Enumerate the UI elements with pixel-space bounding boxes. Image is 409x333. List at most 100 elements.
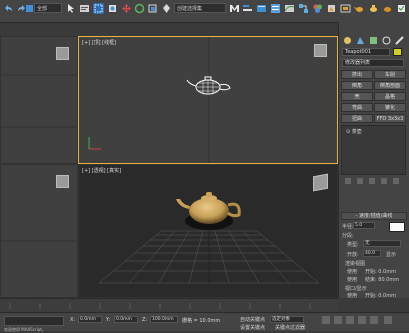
object-color-swatch[interactable] <box>393 48 402 56</box>
bevel-profile-button[interactable]: 倒角剖面 <box>374 81 406 90</box>
move-icon[interactable] <box>121 3 132 14</box>
viewport-top[interactable]: [+] [顶] [线框] <box>78 36 338 164</box>
named-selection-set-dropdown[interactable]: 创建选择集 <box>174 3 226 13</box>
open-field[interactable]: 40.0 <box>363 250 381 257</box>
autokey-button[interactable]: 自动关键点 <box>240 316 265 323</box>
top-view-grid <box>79 37 337 163</box>
maxscript-prompt: 欢迎使用 MAXScript。 <box>4 327 46 332</box>
create-tab-icon[interactable] <box>343 36 352 45</box>
play-icon[interactable] <box>346 316 354 324</box>
bend-button[interactable]: 弯曲 <box>341 103 373 112</box>
undo-icon[interactable] <box>3 3 14 14</box>
x-coordinate-field[interactable]: 0.0mm <box>78 316 102 323</box>
scale-icon[interactable] <box>147 3 158 14</box>
segments-label: 分段: <box>342 233 354 239</box>
align-icon[interactable] <box>242 3 253 14</box>
curve-editor-icon[interactable] <box>284 3 295 14</box>
selected-dropdown[interactable]: 选定对象 <box>270 316 304 323</box>
rollout-header[interactable]: - 速度/插值/曲线 <box>341 212 407 220</box>
start-field-1[interactable]: 开始: 0.0mm <box>365 268 396 275</box>
type-dropdown[interactable]: 无 <box>363 240 401 247</box>
teapot-shaded <box>176 192 241 230</box>
hierarchy-tab-icon[interactable] <box>369 36 378 45</box>
use-checkbox-3[interactable]: 使用 <box>347 292 357 299</box>
playback-controls <box>322 316 402 328</box>
rendered-frame-icon[interactable] <box>340 3 351 14</box>
zoom-extents-icon[interactable] <box>384 316 392 324</box>
main-toolbar: 全部 创建选择集 <box>0 0 409 23</box>
schematic-view-icon[interactable] <box>298 3 309 14</box>
select-object-icon[interactable] <box>66 3 77 14</box>
timeline-ticks <box>9 303 311 309</box>
taper-button[interactable]: 锥化 <box>374 103 406 112</box>
modifier-list-dropdown[interactable]: 修改器列表 <box>342 59 404 67</box>
rotate-icon[interactable] <box>134 3 145 14</box>
viewport-bottom-left[interactable] <box>0 164 78 298</box>
grid-size: 栅格 = 10.0mm <box>182 318 221 324</box>
pin-stack-icon[interactable] <box>345 178 351 184</box>
viewport-perspective[interactable]: [+] [透视] [真实] <box>78 164 338 298</box>
scene-explorer-icon[interactable] <box>270 3 281 14</box>
goto-end-icon[interactable] <box>370 316 378 324</box>
type-label: 类型: <box>347 242 359 248</box>
material-editor-icon[interactable] <box>312 3 323 14</box>
command-panel: Teapot001 修改器列表 挤出 车削 倒角 倒角剖面 壳 晶格 弯曲 锥化… <box>338 22 409 299</box>
motion-tab-icon[interactable] <box>382 36 391 45</box>
modify-tab-icon[interactable] <box>356 36 365 45</box>
utilities-tab-icon[interactable] <box>395 36 404 45</box>
configure-sets-icon[interactable] <box>393 178 399 184</box>
show-label: 显示 <box>386 252 397 258</box>
end-field-1[interactable]: 结束: 80.0mm <box>365 276 399 283</box>
y-coordinate-field[interactable]: 0.0mm <box>114 316 138 323</box>
timeline[interactable] <box>0 298 338 313</box>
color-swatch[interactable] <box>389 222 405 232</box>
extrude-button[interactable]: 挤出 <box>341 70 373 79</box>
placement-icon[interactable] <box>161 3 172 14</box>
radius-label: 半径: <box>342 224 354 230</box>
object-name-field[interactable]: Teapot001 <box>342 48 390 56</box>
render-teapot-icon[interactable] <box>354 3 365 14</box>
maxscript-listener[interactable] <box>4 316 64 326</box>
y-label: Y: <box>106 317 111 323</box>
axis-gizmo <box>88 137 101 150</box>
stack-item[interactable]: ⊙ 茶壶 <box>346 128 362 135</box>
lathe-button[interactable]: 车削 <box>374 70 406 79</box>
ffd-button[interactable]: FFD 3x3x3 <box>374 114 406 123</box>
viewport-display-section: 视口/显示 <box>345 286 367 292</box>
rect-selection-icon[interactable] <box>93 3 104 14</box>
stack-controls <box>345 178 405 185</box>
shell-button[interactable]: 壳 <box>341 92 373 101</box>
use-checkbox-2[interactable]: 使用 <box>347 276 357 283</box>
previous-frame-icon[interactable] <box>334 316 342 324</box>
use-checkbox-1[interactable]: 使用 <box>347 268 357 275</box>
x-label: X: <box>70 317 76 323</box>
next-frame-icon[interactable] <box>358 316 366 324</box>
mirror-icon[interactable] <box>229 3 240 14</box>
status-bar: 欢迎使用 MAXScript。 X: 0.0mm Y: 0.0mm Z: 100… <box>0 312 409 332</box>
lattice-button[interactable]: 晶格 <box>374 92 406 101</box>
render-setup-icon[interactable] <box>326 3 337 14</box>
teapot-wireframe <box>186 76 231 95</box>
radius-field[interactable]: 5.0 <box>353 222 375 229</box>
make-unique-icon[interactable] <box>369 178 375 184</box>
render-activeshade-icon[interactable] <box>382 3 393 14</box>
bevel-button[interactable]: 倒角 <box>341 81 373 90</box>
more-tools-icon[interactable] <box>396 3 407 14</box>
open-label: 开放: <box>347 252 359 258</box>
z-label: Z: <box>142 317 148 323</box>
start-field-2[interactable]: 开始: 0.0mm <box>365 292 396 299</box>
modifier-stack[interactable]: ⊙ 茶壶 <box>341 125 406 175</box>
layer-explorer-icon[interactable] <box>256 3 267 14</box>
select-link-icon[interactable] <box>24 3 33 14</box>
viewport-top-left[interactable] <box>0 36 78 164</box>
remove-modifier-icon[interactable] <box>381 178 387 184</box>
twist-button[interactable]: 扭曲 <box>341 114 373 123</box>
z-coordinate-field[interactable]: 100.0mm <box>150 316 178 323</box>
show-end-result-icon[interactable] <box>357 178 363 184</box>
selection-filter-dropdown[interactable]: 全部 <box>34 3 62 13</box>
render-production-icon[interactable] <box>368 3 379 14</box>
select-by-name-icon[interactable] <box>79 3 90 14</box>
goto-start-icon[interactable] <box>322 316 330 324</box>
window-crossing-icon[interactable] <box>107 3 118 14</box>
grid-lines <box>1 74 77 128</box>
